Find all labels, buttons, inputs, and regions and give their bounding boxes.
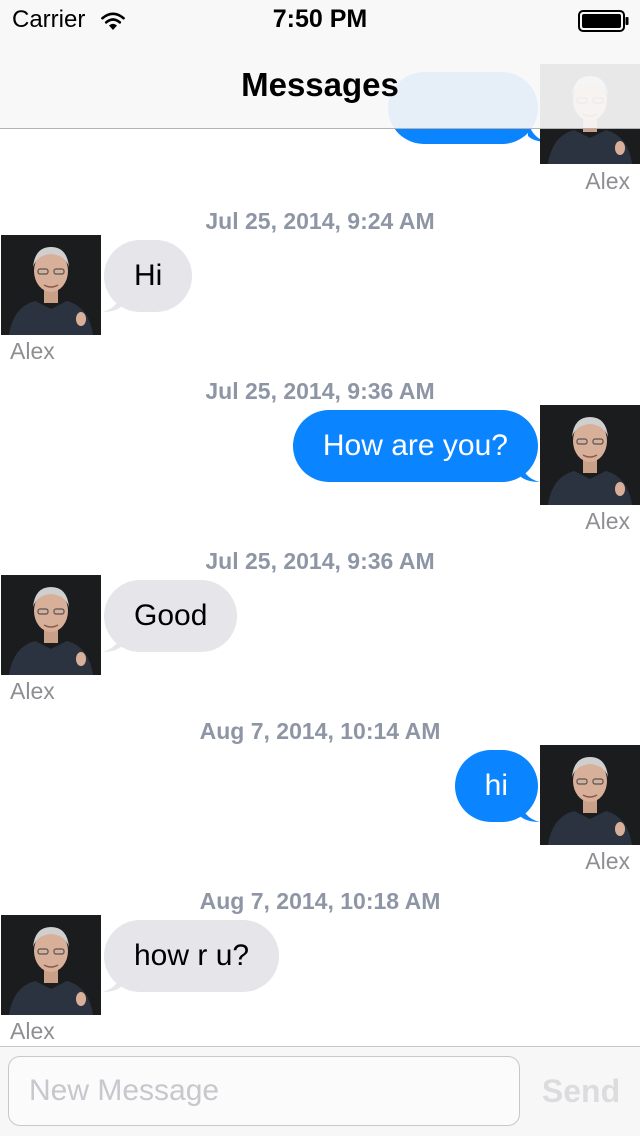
sender-name: Alex [585, 168, 630, 194]
avatar[interactable] [1, 235, 101, 335]
sender-name: Alex [10, 1018, 55, 1044]
battery-full-icon [578, 10, 629, 32]
sender-name: Alex [585, 508, 630, 534]
sender-name: Alex [10, 678, 55, 704]
chat-screen: Alex Jul 25, 2014, 9:24 AM Hi Alex Jul 2… [0, 0, 640, 1136]
sender-name: Alex [10, 338, 55, 364]
message-timestamp: Jul 25, 2014, 9:24 AM [205, 208, 435, 234]
message-timestamp: Jul 25, 2014, 9:36 AM [205, 548, 435, 574]
message-bubble-incoming[interactable]: Hi [104, 240, 193, 312]
bubble-tail [520, 798, 540, 822]
avatar[interactable] [540, 745, 640, 845]
message-timestamp: Aug 7, 2014, 10:14 AM [199, 718, 441, 744]
bubble-tail [520, 458, 540, 482]
message-input[interactable] [8, 1056, 520, 1126]
page-title: Messages [241, 66, 399, 103]
message-timestamp: Jul 25, 2014, 9:36 AM [205, 378, 435, 404]
message-bubble-incoming[interactable]: how r u? [104, 920, 280, 992]
status-bar: Carrier 7:50 PM [0, 0, 640, 40]
message-bubble-outgoing[interactable]: How are you? [292, 410, 538, 482]
sender-name: Alex [585, 848, 630, 874]
message-timestamp: Aug 7, 2014, 10:18 AM [199, 888, 441, 914]
message-list[interactable]: Alex Jul 25, 2014, 9:24 AM Hi Alex Jul 2… [0, 0, 640, 1046]
avatar[interactable] [1, 915, 101, 1015]
message-bubble-incoming[interactable]: Good [104, 580, 238, 652]
status-time: 7:50 PM [272, 5, 368, 33]
avatar[interactable] [1, 575, 101, 675]
avatar[interactable] [540, 405, 640, 505]
send-button[interactable]: Send [530, 1056, 632, 1126]
message-input-bar: Send [0, 1046, 640, 1136]
